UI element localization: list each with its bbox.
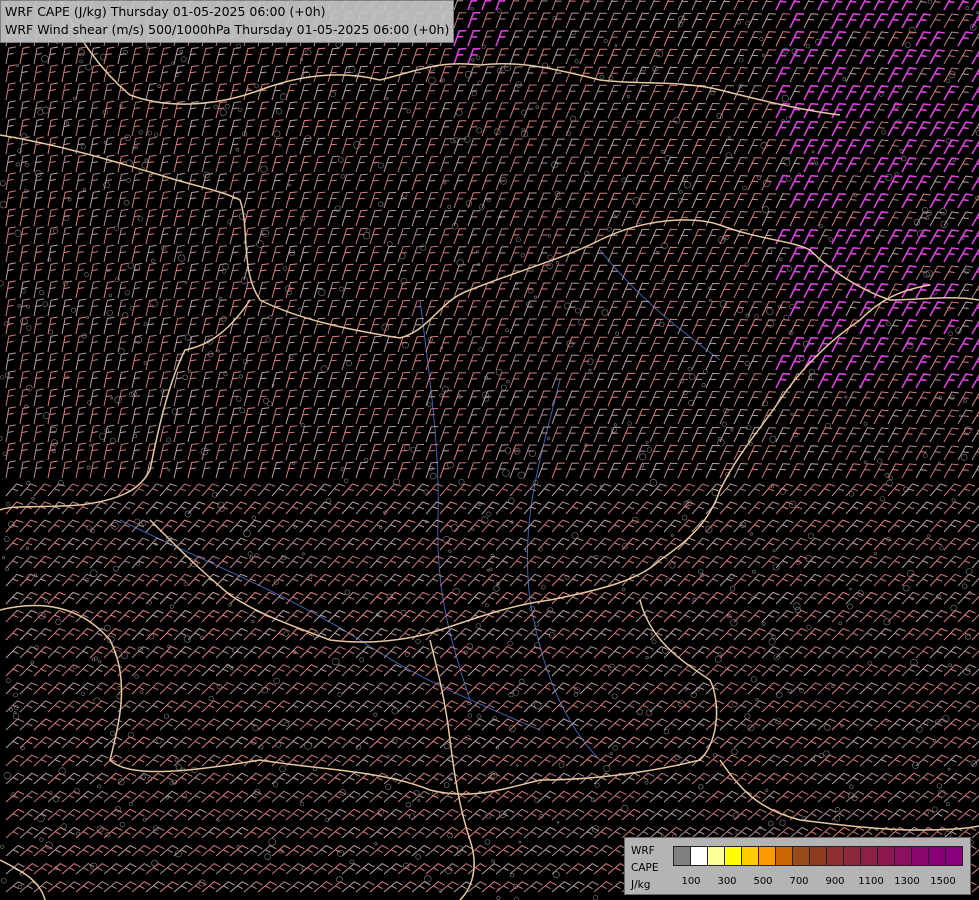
legend-swatch (860, 846, 878, 866)
cape-legend: WRF CAPE J/kg 100 300 500 700 900 1100 1300 150… (624, 837, 971, 895)
legend-tick-label: 1100 (858, 876, 884, 887)
legend-tick-label: 900 (825, 876, 845, 887)
legend-swatch (758, 846, 776, 866)
legend-swatch (792, 846, 810, 866)
legend-unit: J/kg (631, 879, 651, 891)
legend-swatch (707, 846, 725, 866)
legend-tick-label: 300 (717, 876, 737, 887)
legend-tick-label: 1500 (930, 876, 956, 887)
legend-swatch (894, 846, 912, 866)
legend-model: WRF (631, 845, 655, 857)
legend-swatch (724, 846, 742, 866)
legend-tick-label: 700 (789, 876, 809, 887)
legend-swatch (809, 846, 827, 866)
legend-swatch (843, 846, 861, 866)
cape-title: WRF CAPE (J/kg) Thursday 01-05-2025 06:0… (5, 4, 326, 19)
legend-tick-label: 1300 (894, 876, 920, 887)
legend-swatch (775, 846, 793, 866)
legend-field: CAPE (631, 862, 659, 874)
legend-swatch (877, 846, 895, 866)
wind-shear-title: WRF Wind shear (m/s) 500/1000hPa Thursda… (5, 22, 450, 37)
legend-swatch (945, 846, 963, 866)
legend-swatch (928, 846, 946, 866)
weather-map (0, 0, 979, 900)
legend-swatch (911, 846, 929, 866)
map-title-box: WRF CAPE (J/kg) Thursday 01-05-2025 06:0… (0, 0, 455, 43)
legend-tick-label: 100 (681, 876, 701, 887)
legend-swatch (826, 846, 844, 866)
legend-tick-label: 500 (753, 876, 773, 887)
legend-swatch (741, 846, 759, 866)
legend-swatch (673, 846, 691, 866)
legend-swatch (690, 846, 708, 866)
